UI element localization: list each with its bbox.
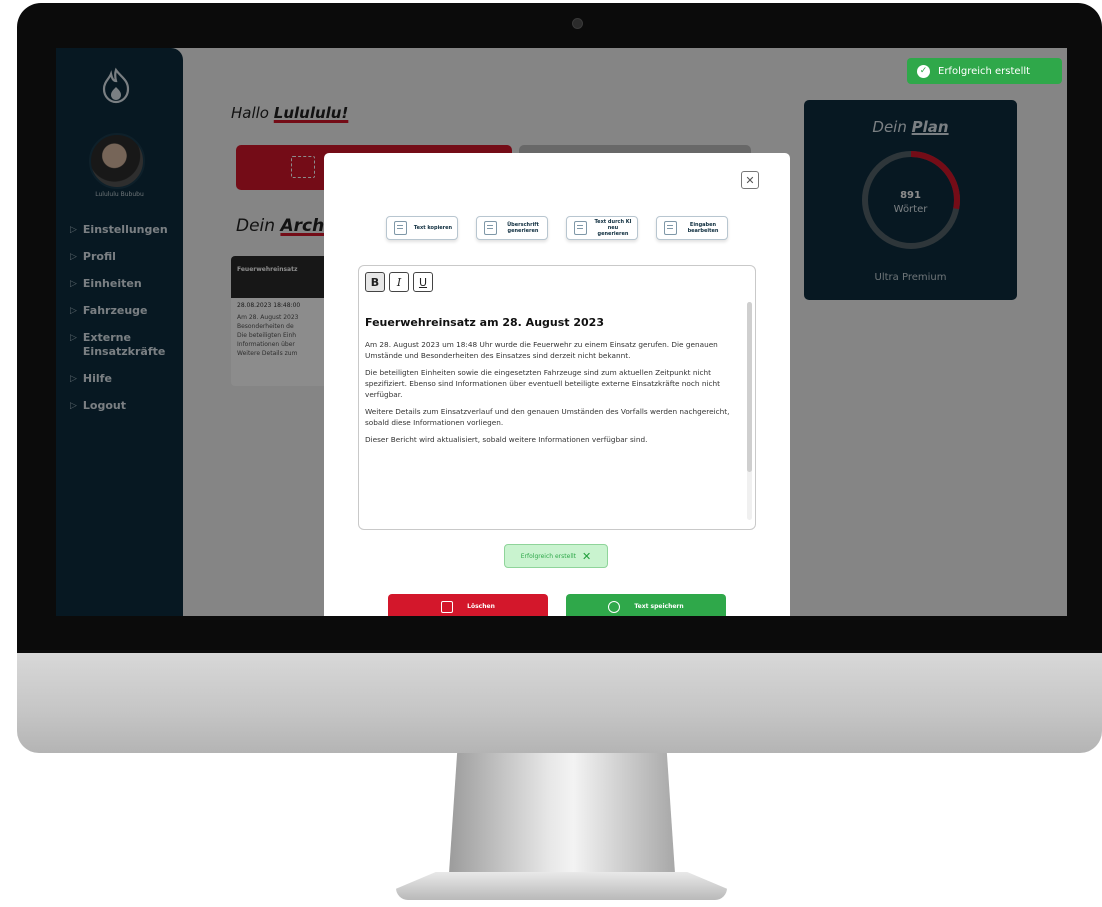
save-label: Text speichern bbox=[634, 603, 684, 610]
report-heading: Feuerwehreinsatz am 28. August 2023 bbox=[365, 316, 604, 329]
edit-inputs-label: Eingaben bearbeiten bbox=[687, 222, 719, 234]
monitor-chin bbox=[17, 653, 1102, 753]
underline-button[interactable]: U bbox=[413, 272, 433, 292]
monitor-stand bbox=[448, 753, 676, 888]
generate-heading-button[interactable]: Überschrift generieren bbox=[476, 216, 548, 240]
copy-text-button[interactable]: Text kopieren bbox=[386, 216, 458, 240]
report-paragraph: Die beteiligten Einheiten sowie die eing… bbox=[365, 368, 720, 399]
report-modal: ✕ Text kopieren Überschrift generieren T… bbox=[324, 153, 790, 616]
delete-label: Löschen bbox=[467, 603, 495, 610]
ai-regenerate-icon bbox=[574, 221, 587, 235]
report-paragraph: Weitere Details zum Einsatzverlauf und d… bbox=[365, 407, 730, 427]
report-editor[interactable]: B I U Feuerwehreinsatz am 28. August 202… bbox=[358, 265, 756, 530]
editor-scrollbar[interactable] bbox=[747, 302, 752, 520]
report-document[interactable]: Feuerwehreinsatz am 28. August 2023 Am 2… bbox=[365, 316, 743, 451]
ai-regenerate-button[interactable]: Text durch KI neu generieren bbox=[566, 216, 638, 240]
edit-icon bbox=[664, 221, 677, 235]
success-chip: Erfolgreich erstellt ✕ bbox=[504, 544, 608, 568]
check-circle-icon: ✓ bbox=[917, 64, 930, 78]
delete-button[interactable]: Löschen bbox=[388, 594, 548, 616]
app-screen: Lulululu Bububu ▷ Einstellungen ▷ Profil ▷… bbox=[56, 48, 1067, 616]
bold-button[interactable]: B bbox=[365, 272, 385, 292]
editor-scrollbar-thumb[interactable] bbox=[747, 302, 752, 472]
close-icon[interactable]: ✕ bbox=[741, 171, 759, 189]
copy-text-label: Text kopieren bbox=[413, 225, 453, 231]
close-icon[interactable]: ✕ bbox=[582, 550, 591, 563]
success-toast: ✓ Erfolgreich erstellt bbox=[907, 58, 1062, 84]
success-chip-text: Erfolgreich erstellt bbox=[520, 552, 576, 560]
trash-icon bbox=[441, 600, 454, 613]
save-icon bbox=[608, 600, 621, 613]
ai-regenerate-label: Text durch KI neu generieren bbox=[594, 219, 632, 237]
monitor-base bbox=[396, 872, 727, 900]
italic-button[interactable]: I bbox=[389, 272, 409, 292]
toast-text: Erfolgreich erstellt bbox=[938, 65, 1031, 77]
format-toolbar: B I U bbox=[365, 272, 433, 292]
report-paragraph: Dieser Bericht wird aktualisiert, sobald… bbox=[365, 435, 648, 444]
save-text-button[interactable]: Text speichern bbox=[566, 594, 726, 616]
report-paragraph: Am 28. August 2023 um 18:48 Uhr wurde di… bbox=[365, 340, 718, 360]
camera-icon bbox=[572, 18, 583, 29]
edit-inputs-button[interactable]: Eingaben bearbeiten bbox=[656, 216, 728, 240]
generate-heading-label: Überschrift generieren bbox=[507, 222, 539, 234]
modal-toolbar: Text kopieren Überschrift generieren Tex… bbox=[386, 216, 728, 240]
copy-icon bbox=[394, 221, 407, 235]
heading-icon bbox=[484, 221, 497, 235]
